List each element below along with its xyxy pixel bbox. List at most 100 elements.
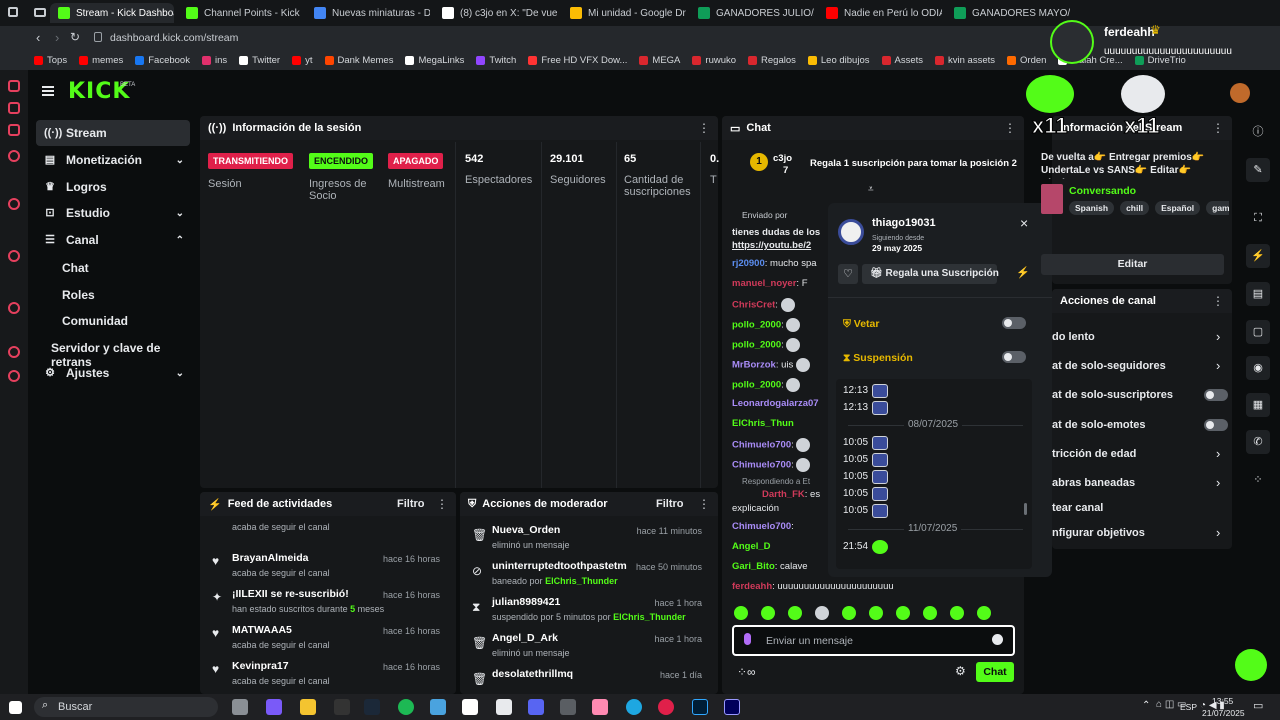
taskview-icon[interactable] (232, 699, 248, 715)
mod-action-item[interactable]: 🗑︎ Angel_D_Ark eliminó un mensaje hace 1 ho… (460, 630, 712, 666)
chat-username[interactable]: ElChris_Thun (732, 418, 794, 429)
chat-username[interactable]: rj20900 (732, 258, 765, 269)
bookmark-item[interactable]: MEGA (639, 55, 680, 66)
bookmark-item[interactable]: Leo dibujos (807, 55, 870, 66)
ban-toggle[interactable] (1002, 317, 1026, 329)
emote-icon[interactable] (815, 606, 829, 620)
popup-username[interactable]: thiago19031 (872, 217, 936, 229)
chat-username[interactable]: Darth_FK (762, 489, 805, 500)
pencil-icon[interactable]: ✎ (1246, 158, 1270, 182)
edge-icon[interactable] (626, 699, 642, 715)
suspension-toggle[interactable] (1002, 351, 1026, 363)
emote-icon[interactable] (761, 606, 775, 620)
gift-sub-button[interactable]: 🎁︎ Regala una Suscripción (862, 264, 999, 284)
chat-settings-icon[interactable]: ⚙ (955, 664, 966, 678)
nav-comunidad[interactable]: Comunidad (62, 314, 128, 328)
user-avatar[interactable] (1230, 83, 1250, 103)
mod-action-item[interactable]: ⊘ uninterruptedtoothpastetm baneado por El… (460, 558, 712, 594)
tab-actions-icon[interactable] (34, 8, 46, 17)
app-icon[interactable] (560, 699, 576, 715)
more-options-icon[interactable]: ⋮ (698, 121, 710, 135)
clock-date[interactable]: 21/07/2025 (1202, 708, 1245, 718)
chat-username[interactable]: pollo_2000 (732, 320, 781, 331)
address-field[interactable]: dashboard.kick.com/stream (110, 32, 238, 44)
channel-action-item[interactable]: do lento (1052, 331, 1095, 343)
broadcast-icon[interactable]: ◉ (1246, 356, 1270, 380)
chat-username[interactable]: pollo_2000 (732, 380, 781, 391)
chat-username[interactable]: ferdeahh (732, 581, 772, 592)
bookmark-item[interactable]: Twitch (476, 55, 516, 66)
chevron-right-icon[interactable]: › (1216, 525, 1220, 540)
chat-username[interactable]: Leonardogalarza07 (732, 398, 819, 409)
sidebar-app-icon[interactable] (8, 370, 20, 382)
layout-icon[interactable]: ▦ (1246, 393, 1270, 417)
taskbar-search[interactable]: ⌕ Buscar (34, 697, 218, 717)
explorer-icon[interactable] (300, 699, 316, 715)
chevron-right-icon[interactable]: › (1216, 329, 1220, 344)
browser-tab[interactable]: Nuevas miniaturas - Docu (306, 3, 430, 23)
bookmark-item[interactable]: Dank Memes (324, 55, 393, 66)
more-options-icon[interactable]: ⋮ (1004, 121, 1016, 135)
emote-icon[interactable] (842, 606, 856, 620)
channel-action-toggle[interactable] (1204, 389, 1228, 401)
sidebar-app-icon[interactable] (8, 124, 20, 136)
history-scrollbar[interactable] (1024, 503, 1027, 515)
mod-action-item[interactable]: 🗑︎ desolatethrillmq hace 1 día (460, 666, 712, 694)
bookmark-item[interactable]: yt (292, 55, 313, 66)
browser-tab[interactable]: Channel Points - Kick Das (178, 3, 302, 23)
mod-action-item[interactable]: 🗑︎ Nueva_Orden eliminó un mensaje hace 11 m… (460, 522, 712, 558)
opera-icon[interactable] (658, 699, 674, 715)
sidebar-app-icon[interactable] (8, 198, 20, 210)
channel-action-item[interactable]: tricción de edad (1052, 448, 1136, 460)
emoji-icon[interactable] (992, 634, 1003, 645)
emote-icon[interactable] (977, 606, 991, 620)
help-chat-button[interactable] (1235, 649, 1267, 681)
channel-action-toggle[interactable] (1204, 419, 1228, 431)
edit-stream-button[interactable]: Editar (1041, 254, 1224, 275)
reload-icon[interactable]: ↻ (70, 30, 80, 44)
channel-action-item[interactable]: at de solo-emotes (1052, 419, 1146, 431)
emote-icon[interactable] (869, 606, 883, 620)
back-icon[interactable]: ‹ (36, 30, 40, 45)
bookmark-item[interactable]: ruwuko (692, 55, 736, 66)
bookmark-item[interactable]: kvin assets (935, 55, 995, 66)
tag-chip[interactable]: gaming (1206, 201, 1229, 215)
scroll-indicator-icon[interactable]: ⩡ (868, 184, 874, 195)
chat-pinned-link[interactable]: https://youtu.be/2 (732, 240, 811, 251)
more-options-icon[interactable]: ⋮ (1212, 121, 1224, 135)
wand-icon[interactable]: ⚡ (1016, 266, 1030, 279)
sidebar-app-icon[interactable] (8, 80, 20, 92)
feed-item[interactable]: ⌄ acaba de seguir el canal (200, 518, 450, 550)
info-icon[interactable]: ⓘ (1246, 120, 1270, 144)
close-icon[interactable]: × (1020, 215, 1028, 231)
notification-icon[interactable]: ▭ (1253, 699, 1263, 712)
nav-monetizacion[interactable]: ▤ Monetización ⌄ (36, 147, 190, 173)
tag-chip[interactable]: Español (1155, 201, 1201, 215)
channel-action-item[interactable]: tear canal (1052, 502, 1103, 514)
channel-action-item[interactable]: at de solo-suscriptores (1052, 389, 1173, 401)
chat-username[interactable]: Chimuelo700 (732, 460, 791, 471)
clock-time[interactable]: 13:55 (1212, 696, 1233, 706)
emote-icon[interactable] (788, 606, 802, 620)
spotify-icon[interactable] (398, 699, 414, 715)
sidebar-app-icon[interactable] (8, 346, 20, 358)
nav-logros[interactable]: ♛ Logros (36, 174, 190, 200)
sidebar-app-icon[interactable] (8, 302, 20, 314)
resize-icon[interactable]: ⛶ (1246, 206, 1270, 230)
sidebar-app-icon[interactable] (8, 250, 20, 262)
site-info-icon[interactable] (94, 32, 102, 42)
premiere-icon[interactable] (724, 699, 740, 715)
chat-username[interactable]: MrBorzok (732, 360, 776, 371)
photoshop-icon[interactable] (692, 699, 708, 715)
steam-icon[interactable] (364, 699, 380, 715)
user-avatar[interactable] (838, 219, 864, 245)
more-options-icon[interactable]: ⋮ (436, 497, 448, 511)
copilot-icon[interactable] (266, 699, 282, 715)
emote-icon[interactable] (896, 606, 910, 620)
app-icon[interactable] (496, 699, 512, 715)
chat-username[interactable]: Gari_Bito (732, 561, 775, 572)
chevron-right-icon[interactable]: › (1216, 446, 1220, 461)
chat-username[interactable]: pollo_2000 (732, 340, 781, 351)
forward-icon[interactable]: › (55, 30, 59, 45)
mod-action-item[interactable]: ⧗ julian8989421 suspendido por 5 minutos p… (460, 594, 712, 630)
